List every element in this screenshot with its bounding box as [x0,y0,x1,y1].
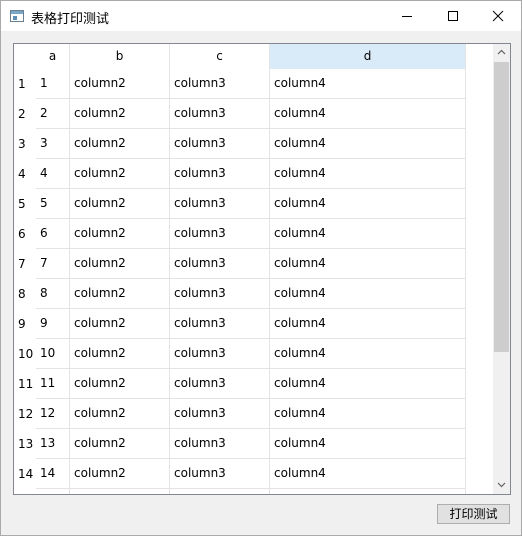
table-cell-b[interactable]: column2 [70,129,170,159]
table-cell-c[interactable]: column3 [170,369,270,399]
scroll-up-button[interactable] [493,44,510,61]
chevron-up-icon [497,49,506,55]
table-cell-a[interactable]: 10 [36,339,70,369]
table-cell-d[interactable]: column4 [270,99,466,129]
table-cell-a[interactable]: 12 [36,399,70,429]
table-cell-b[interactable]: column2 [70,309,170,339]
table-cell-b[interactable]: column2 [70,159,170,189]
row-header[interactable] [14,489,36,494]
header-filler [466,44,493,69]
table-cell-a[interactable]: 9 [36,309,70,339]
table-cell-c[interactable] [170,489,270,494]
close-button[interactable] [475,1,521,31]
scroll-down-button[interactable] [493,477,510,494]
table-cell-d[interactable]: column4 [270,219,466,249]
row-header[interactable]: 7 [14,249,36,279]
table-cell-a[interactable]: 6 [36,219,70,249]
minimize-button[interactable] [384,1,430,31]
table-cell-a[interactable]: 5 [36,189,70,219]
table-cell-a[interactable]: 2 [36,99,70,129]
table-cell-d[interactable]: column4 [270,459,466,489]
column-header-d[interactable]: d [270,44,466,69]
title-bar[interactable]: 表格打印测试 [1,1,521,31]
row-header[interactable]: 8 [14,279,36,309]
table-cell-a[interactable]: 3 [36,129,70,159]
table-corner-button[interactable] [14,44,36,69]
row-header[interactable]: 1 [14,69,36,99]
table-cell-d[interactable]: column4 [270,279,466,309]
table-cell-c[interactable]: column3 [170,429,270,459]
row-header[interactable]: 14 [14,459,36,489]
table-cell-d[interactable] [270,489,466,494]
table-cell-c[interactable]: column3 [170,99,270,129]
row-header[interactable]: 5 [14,189,36,219]
vertical-scrollbar[interactable] [493,44,510,494]
window-app-icon [10,10,24,22]
table-cell-d[interactable]: column4 [270,249,466,279]
row-header[interactable]: 13 [14,429,36,459]
table-cell-b[interactable]: column2 [70,249,170,279]
table-cell-d[interactable]: column4 [270,399,466,429]
table-cell-a[interactable]: 1 [36,69,70,99]
window-title: 表格打印测试 [31,12,110,27]
table-cell-c[interactable]: column3 [170,69,270,99]
print-test-button[interactable]: 打印测试 [437,504,510,524]
table-cell-b[interactable]: column2 [70,399,170,429]
table-cell-d[interactable]: column4 [270,69,466,99]
row-header[interactable]: 6 [14,219,36,249]
column-header-c[interactable]: c [170,44,270,69]
scroll-thumb[interactable] [494,62,509,352]
table-cell-b[interactable]: column2 [70,69,170,99]
table-cell-b[interactable] [70,489,170,494]
maximize-button[interactable] [430,1,476,31]
row-header[interactable]: 9 [14,309,36,339]
table-cell-b[interactable]: column2 [70,339,170,369]
table-cell-c[interactable]: column3 [170,279,270,309]
table-cell-a[interactable]: 7 [36,249,70,279]
row-header[interactable]: 3 [14,129,36,159]
table-cell-d[interactable]: column4 [270,189,466,219]
table-cell-c[interactable]: column3 [170,399,270,429]
column-header-b[interactable]: b [70,44,170,69]
table-cell-b[interactable]: column2 [70,369,170,399]
table-cell-a[interactable]: 14 [36,459,70,489]
app-window: 表格打印测试 abcd 1 1 column2 column3 column4 2 2 col… [0,0,522,536]
table-cell-c[interactable]: column3 [170,189,270,219]
table-cell-c[interactable]: column3 [170,219,270,249]
table-cell-b[interactable]: column2 [70,459,170,489]
table-cell-d[interactable]: column4 [270,369,466,399]
table-cell-b[interactable]: column2 [70,219,170,249]
close-icon [492,10,504,22]
table-cell-a[interactable]: 4 [36,159,70,189]
table-cell-b[interactable]: column2 [70,429,170,459]
row-header[interactable]: 2 [14,99,36,129]
row-header[interactable]: 12 [14,399,36,429]
table-cell-a[interactable]: 11 [36,369,70,399]
table-cell-c[interactable]: column3 [170,459,270,489]
minimize-icon [402,16,412,17]
table-cell-c[interactable]: column3 [170,249,270,279]
table-cell-d[interactable]: column4 [270,129,466,159]
table-cell-d[interactable]: column4 [270,429,466,459]
table-cell-c[interactable]: column3 [170,339,270,369]
row-header[interactable]: 4 [14,159,36,189]
row-header[interactable]: 10 [14,339,36,369]
table-cell-b[interactable]: column2 [70,189,170,219]
table-cell-c[interactable]: column3 [170,159,270,189]
maximize-icon [448,11,458,21]
table-cell-a[interactable]: 13 [36,429,70,459]
table-cell-d[interactable]: column4 [270,309,466,339]
chevron-down-icon [497,482,506,488]
table-cell-a[interactable] [36,489,70,494]
table-cell-b[interactable]: column2 [70,279,170,309]
table-cell-d[interactable]: column4 [270,159,466,189]
column-header-a[interactable]: a [36,44,70,69]
table-cell-c[interactable]: column3 [170,129,270,159]
table-cell-a[interactable]: 8 [36,279,70,309]
table-cell-c[interactable]: column3 [170,309,270,339]
table-cell-b[interactable]: column2 [70,99,170,129]
row-header[interactable]: 11 [14,369,36,399]
table-cell-d[interactable]: column4 [270,339,466,369]
data-table[interactable]: abcd 1 1 column2 column3 column4 2 2 column2 col… [13,43,511,495]
